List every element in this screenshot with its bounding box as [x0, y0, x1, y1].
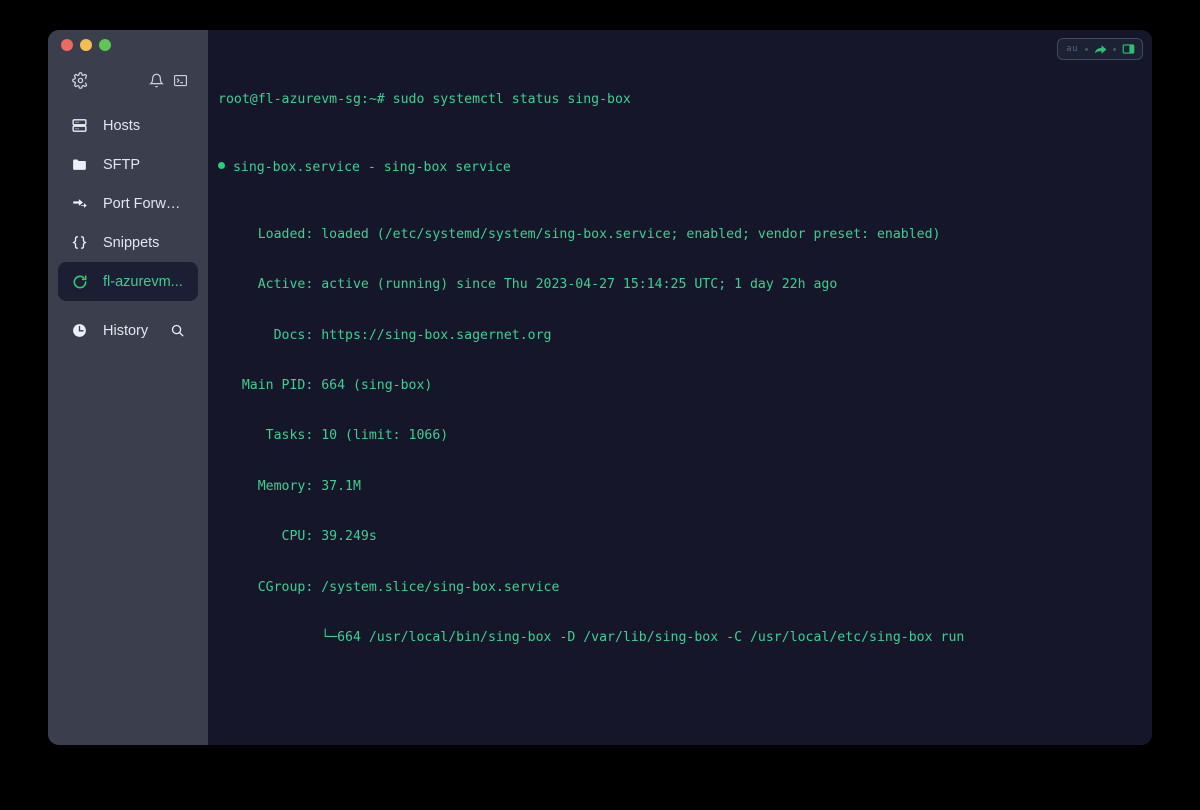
toolbar-separator-dot: [1113, 47, 1116, 51]
terminal-status-line: Memory: 37.1M: [218, 478, 361, 494]
sidebar-item-hosts[interactable]: Hosts: [58, 106, 198, 145]
share-arrow-icon[interactable]: [1093, 42, 1108, 57]
sidebar-item-history[interactable]: History: [58, 311, 198, 350]
sidebar-item-label: History: [103, 322, 149, 339]
clock-icon: [70, 321, 89, 340]
folder-icon: [70, 155, 89, 174]
sidebar-top-toolbar: [48, 60, 208, 100]
bell-icon[interactable]: [144, 68, 168, 92]
arrows-icon: [70, 194, 89, 213]
server-icon: [70, 116, 89, 135]
split-pane-icon[interactable]: [1121, 42, 1136, 56]
terminal-status-line: Active: active (running) since Thu 2023-…: [218, 277, 838, 293]
terminal-app-window: Hosts SFTP Port Forwarding: [48, 30, 1152, 745]
terminal-status-line: Tasks: 10 (limit: 1066): [218, 428, 449, 444]
sidebar-divider: [48, 301, 208, 311]
zoom-button[interactable]: [99, 39, 111, 51]
sidebar-item-sftp[interactable]: SFTP: [58, 145, 198, 184]
terminal-toolbar: au: [1057, 38, 1143, 60]
terminal-status-line: └─664 /usr/local/bin/sing-box -D /var/li…: [218, 629, 965, 645]
sidebar-item-label: Hosts: [103, 117, 141, 134]
minimize-button[interactable]: [80, 39, 92, 51]
toolbar-label: au: [1066, 44, 1078, 54]
sidebar-item-fl-azurevm[interactable]: fl-azurevm...: [58, 262, 198, 301]
sidebar: Hosts SFTP Port Forwarding: [48, 30, 208, 745]
terminal-prompt-line: root@fl-azurevm-sg:~# sudo systemctl sta…: [218, 92, 631, 108]
search-icon[interactable]: [168, 322, 186, 340]
sidebar-nav: Hosts SFTP Port Forwarding: [48, 106, 208, 350]
sidebar-item-label: SFTP: [103, 156, 141, 173]
sidebar-item-port-forwarding[interactable]: Port Forwarding: [58, 184, 198, 223]
terminal-output: root@fl-azurevm-sg:~# sudo systemctl sta…: [208, 30, 1152, 745]
service-title-text: sing-box.service - sing-box service: [232, 159, 511, 175]
window-traffic-lights: [48, 30, 208, 60]
braces-icon: [70, 233, 89, 252]
sidebar-item-label: Port Forwarding: [103, 195, 186, 212]
toolbar-separator-dot: [1085, 47, 1088, 51]
terminal-status-line: CGroup: /system.slice/sing-box.service: [218, 579, 560, 595]
sidebar-item-label: fl-azurevm...: [103, 273, 183, 290]
terminal-status-line: Docs: https://sing-box.sagernet.org: [218, 327, 552, 343]
sidebar-item-snippets[interactable]: Snippets: [58, 223, 198, 262]
terminal-status-line: Main PID: 664 (sing-box): [218, 377, 433, 393]
terminal-pane[interactable]: au root@fl-azurevm-sg:~# sudo systemctl …: [208, 30, 1152, 745]
spinner-icon: [70, 272, 89, 291]
terminal-icon[interactable]: [168, 68, 192, 92]
service-status-dot: [218, 162, 225, 170]
terminal-service-title-line: sing-box.service - sing-box service: [218, 160, 1152, 177]
sidebar-item-label: Snippets: [103, 234, 160, 251]
close-button[interactable]: [61, 39, 73, 51]
gear-icon[interactable]: [68, 68, 92, 92]
terminal-status-line: Loaded: loaded (/etc/systemd/system/sing…: [218, 226, 941, 242]
terminal-status-line: CPU: 39.249s: [218, 529, 377, 545]
